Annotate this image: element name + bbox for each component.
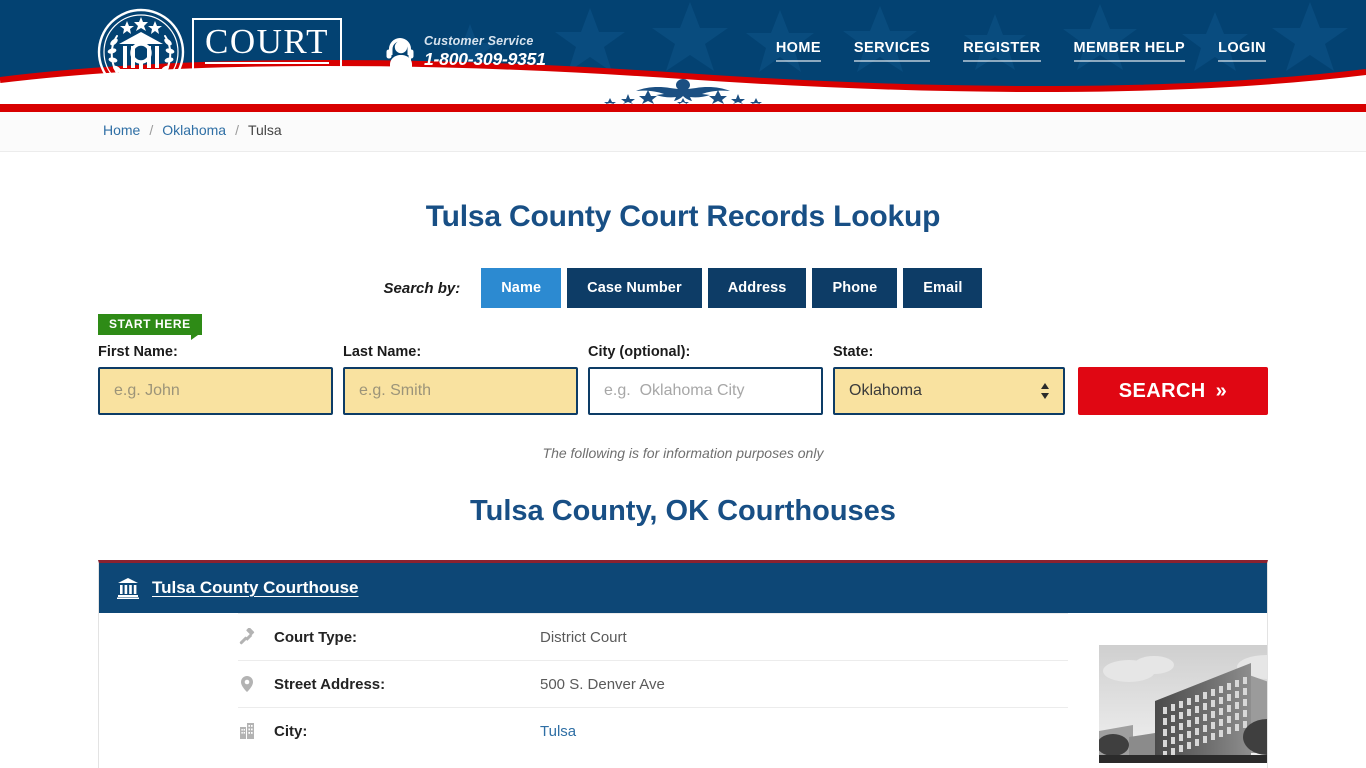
first-name-input[interactable] [98,367,333,415]
city-icon [238,722,256,740]
city-label: City (optional): [588,344,691,360]
tab-email[interactable]: Email [903,268,983,308]
row-label: Court Type: [274,628,358,646]
last-name-label: Last Name: [343,344,422,360]
breadcrumb-item-home[interactable]: Home [103,122,140,138]
state-select[interactable] [833,367,1065,415]
courthouse-card-header: Tulsa County Courthouse [99,563,1267,613]
city-field-group: City (optional): [588,344,823,415]
breadcrumb-bar: Home / Oklahoma / Tulsa [0,112,1366,152]
breadcrumb: Home / Oklahoma / Tulsa [103,122,282,138]
map-pin-icon [238,675,256,693]
row-label: City: [274,722,308,740]
breadcrumb-item-tulsa: Tulsa [247,122,282,138]
start-here-badge: START HERE [98,314,202,340]
headset-support-icon [386,37,414,68]
logo-divider [205,62,330,64]
tab-case-number[interactable]: Case Number [567,268,702,308]
state-label: State: [833,344,874,360]
state-field-group: State: [833,344,1065,415]
eagle-emblem-icon [604,79,762,104]
tab-phone[interactable]: Phone [812,268,898,308]
city-input[interactable] [588,367,823,415]
logo-word-top: COURT [205,22,330,61]
row-value: 500 S. Denver Ave [540,675,665,693]
tab-name[interactable]: Name [481,268,562,308]
logo-wordmark: COURT CASE FINDER [192,18,343,86]
customer-service-phone[interactable]: 1-800-309-9351 [424,49,546,69]
site-logo[interactable]: COURT CASE FINDER [97,7,347,97]
search-form: First Name: Last Name: City (optional): … [98,344,1268,420]
row-label: Street Address: [274,675,386,693]
tab-address[interactable]: Address [707,268,807,308]
double-chevron-right-icon: » [1215,379,1228,402]
breadcrumb-separator: / [235,122,239,138]
nav-item-member-help[interactable]: MEMBER HELP [1073,40,1186,62]
main-navigation: HOME SERVICES REGISTER MEMBER HELP LOGIN [775,40,1266,62]
last-name-input[interactable] [343,367,578,415]
bank-courthouse-icon [117,578,139,599]
breadcrumb-item-oklahoma[interactable]: Oklahoma [162,122,226,138]
nav-item-services[interactable]: SERVICES [853,40,931,62]
row-value: District Court [540,628,627,646]
customer-service-block: Customer Service 1-800-309-9351 [385,34,546,69]
last-name-field-group: Last Name: [343,344,578,415]
courthouse-details-table: Court Type: District Court Street Addres… [238,613,1068,754]
table-row: City: Tulsa [238,707,1068,754]
logo-word-bottom: CASE FINDER [208,68,326,80]
courthouse-title-link[interactable]: Tulsa County Courthouse [152,578,359,598]
court-seal-icon [97,8,185,96]
nav-item-home[interactable]: HOME [775,40,821,62]
courthouse-card: Tulsa County Courthouse Court Type: Dist… [98,560,1268,768]
site-header: COURT CASE FINDER Customer Service 1-800… [0,0,1366,104]
courthouse-card-body: Court Type: District Court Street Addres… [99,613,1267,768]
courthouse-thumbnail [1099,645,1267,763]
search-button[interactable]: SEARCH » [1078,367,1268,415]
header-red-stripe [0,104,1366,112]
first-name-label: First Name: [98,344,178,360]
breadcrumb-separator: / [149,122,154,138]
disclaimer-text: The following is for information purpose… [542,445,824,461]
customer-service-label: Customer Service [424,34,534,48]
section-title-courthouses: Tulsa County, OK Courthouses [470,495,896,527]
gavel-icon [238,628,256,646]
nav-item-register[interactable]: REGISTER [963,40,1041,62]
search-button-label: SEARCH [1118,379,1206,402]
table-row: Court Type: District Court [238,613,1068,660]
first-name-field-group: First Name: [98,344,333,415]
row-value-link[interactable]: Tulsa [540,723,576,740]
table-row: Street Address: 500 S. Denver Ave [238,660,1068,707]
search-by-label: Search by: [383,279,461,297]
page-title: Tulsa County Court Records Lookup [425,200,941,233]
search-by-tabs: Search by: Name Case Number Address Phon… [0,268,1366,308]
nav-item-login[interactable]: LOGIN [1218,40,1266,62]
